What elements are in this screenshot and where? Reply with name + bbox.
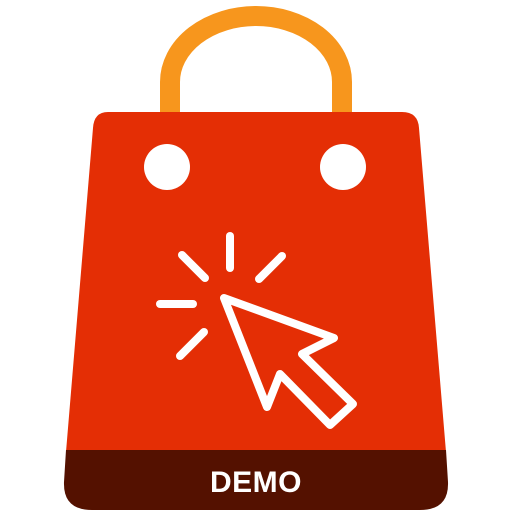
bag-handle: [160, 6, 352, 114]
demo-logo: DEMO: [0, 0, 512, 512]
bag-hole-left: [144, 144, 190, 190]
shopping-bag-icon: [63, 6, 449, 510]
bag-hole-right: [320, 144, 366, 190]
bag-body: [66, 112, 446, 452]
demo-label: DEMO: [210, 466, 302, 499]
